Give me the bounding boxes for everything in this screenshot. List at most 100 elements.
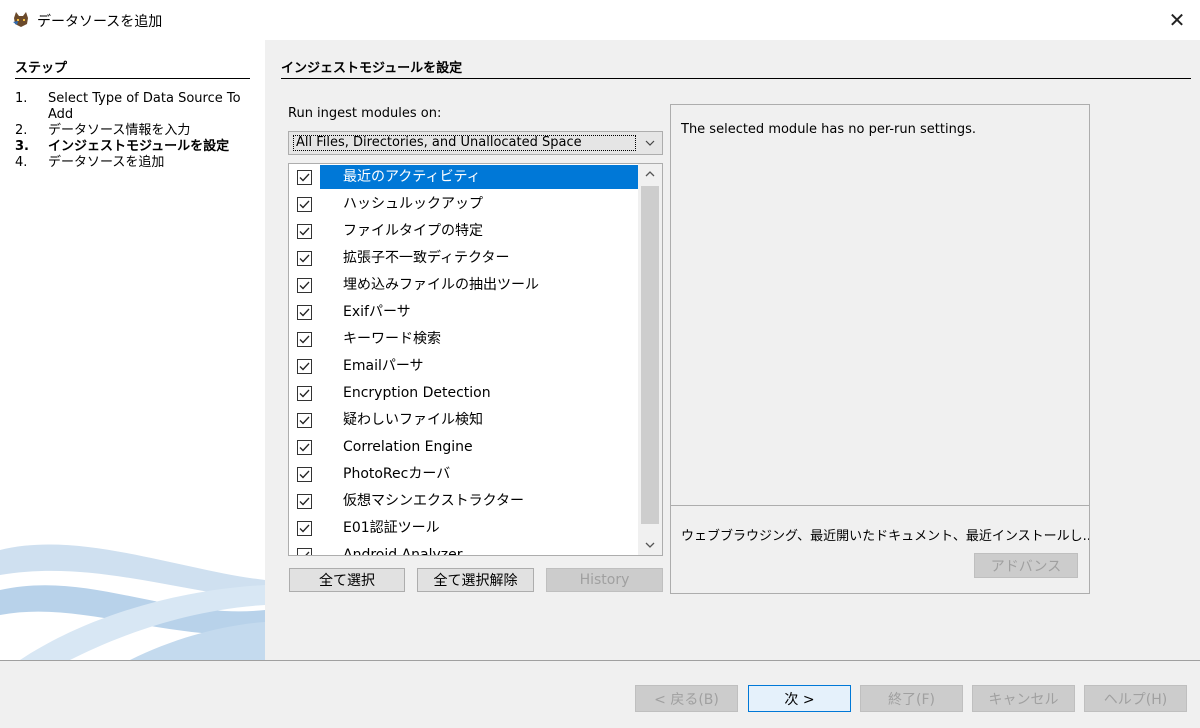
checkmark-icon bbox=[299, 227, 309, 236]
module-name: PhotoRecカーバ bbox=[343, 466, 451, 482]
module-checkbox-cell bbox=[289, 299, 319, 326]
module-description: ウェブブラウジング、最近開いたドキュメント、最近インストールし... bbox=[681, 529, 1089, 544]
module-checkbox-cell bbox=[289, 380, 319, 407]
step-number: 2. bbox=[15, 123, 28, 138]
module-row[interactable]: Android Analyzer bbox=[289, 542, 639, 556]
checkmark-icon bbox=[299, 200, 309, 209]
step-item-current: 3. インジェストモジュールを設定 bbox=[15, 139, 260, 155]
module-list[interactable]: 最近のアクティビティハッシュルックアップ ファイルタイプの特定拡張子不一致ディテク… bbox=[288, 163, 663, 556]
module-checkbox-cell bbox=[289, 326, 319, 353]
module-checkbox[interactable] bbox=[296, 521, 312, 536]
module-checkbox[interactable] bbox=[296, 386, 312, 401]
checkmark-icon bbox=[304, 551, 309, 555]
module-name: 最近のアクティビティ bbox=[343, 169, 481, 185]
section-title: インジェストモジュールを設定 bbox=[281, 57, 1191, 79]
module-name: Exifパーサ bbox=[343, 304, 411, 320]
module-row[interactable]: E01認証ツール bbox=[289, 515, 639, 542]
module-checkbox[interactable] bbox=[296, 278, 312, 293]
module-row[interactable]: Exifパーサ bbox=[289, 299, 639, 326]
step-label: データソース情報を入力 bbox=[48, 123, 191, 138]
module-checkbox-cell bbox=[289, 434, 319, 461]
module-checkbox[interactable] bbox=[296, 332, 312, 347]
window-title: データソースを追加 bbox=[37, 14, 163, 30]
checkmark-icon bbox=[299, 443, 309, 452]
module-row[interactable]: ファイルタイプの特定 bbox=[289, 218, 639, 245]
steps-list: 1. Select Type of Data Source To Add 2. … bbox=[15, 91, 260, 171]
history-button[interactable]: History bbox=[546, 568, 663, 592]
step-label: Select Type of Data Source To Add bbox=[48, 91, 241, 122]
step-item: 1. Select Type of Data Source To Add bbox=[15, 91, 260, 123]
module-checkbox[interactable] bbox=[296, 440, 312, 455]
dropdown-selected-value: All Files, Directories, and Unallocated … bbox=[293, 135, 636, 151]
next-button[interactable]: 次 > bbox=[748, 685, 851, 712]
module-name: 拡張子不一致ディテクター bbox=[343, 250, 510, 266]
help-button[interactable]: ヘルプ(H) bbox=[1084, 685, 1187, 712]
step-item: 2. データソース情報を入力 bbox=[15, 123, 260, 139]
module-row[interactable]: キーワード検索 bbox=[289, 326, 639, 353]
scroll-thumb[interactable] bbox=[641, 186, 659, 524]
run-ingest-label: Run ingest modules on: bbox=[288, 106, 442, 121]
module-checkbox[interactable] bbox=[296, 170, 312, 185]
module-row[interactable]: 最近のアクティビティ bbox=[289, 164, 639, 191]
step-number: 4. bbox=[15, 155, 28, 170]
select-all-button[interactable]: 全て選択 bbox=[289, 568, 405, 592]
finish-button[interactable]: 終了(F) bbox=[860, 685, 963, 712]
module-checkbox-cell bbox=[289, 542, 319, 555]
module-list-scrollbar[interactable] bbox=[638, 164, 662, 555]
checkmark-icon bbox=[299, 254, 309, 263]
module-checkbox-cell bbox=[289, 218, 319, 245]
decorative-swoosh-graphic bbox=[0, 544, 265, 660]
module-row[interactable]: 仮想マシンエクストラクター bbox=[289, 488, 639, 515]
module-checkbox[interactable] bbox=[296, 413, 312, 428]
advanced-button[interactable]: アドバンス bbox=[974, 553, 1078, 578]
module-name: キーワード検索 bbox=[343, 331, 441, 347]
module-row[interactable]: Encryption Detection bbox=[289, 380, 639, 407]
module-row[interactable]: 埋め込みファイルの抽出ツール bbox=[289, 272, 639, 299]
title-bar: データソースを追加 ✕ bbox=[0, 0, 1200, 40]
module-checkbox-cell bbox=[289, 515, 319, 542]
module-name: Encryption Detection bbox=[343, 385, 491, 401]
module-row[interactable]: 拡張子不一致ディテクター bbox=[289, 245, 639, 272]
steps-header: ステップ bbox=[15, 57, 250, 79]
module-checkbox[interactable] bbox=[296, 305, 312, 320]
module-checkbox[interactable] bbox=[296, 359, 312, 374]
module-settings-panel: The selected module has no per-run setti… bbox=[670, 104, 1090, 594]
close-icon[interactable]: ✕ bbox=[1154, 0, 1200, 40]
module-checkbox[interactable] bbox=[296, 251, 312, 266]
step-item: 4. データソースを追加 bbox=[15, 155, 260, 171]
checkmark-icon bbox=[299, 335, 309, 344]
module-name: Correlation Engine bbox=[343, 439, 473, 455]
module-name: Android Analyzer bbox=[343, 547, 463, 556]
module-row[interactable]: Correlation Engine bbox=[289, 434, 639, 461]
module-checkbox[interactable] bbox=[296, 224, 312, 239]
main-panel: インジェストモジュールを設定 Run ingest modules on: Al… bbox=[265, 40, 1200, 660]
module-checkbox-cell bbox=[289, 272, 319, 299]
checkmark-icon bbox=[299, 416, 309, 425]
back-button[interactable]: < 戻る(B) bbox=[635, 685, 738, 712]
checkmark-icon bbox=[299, 470, 309, 479]
checkmark-icon bbox=[299, 281, 309, 290]
module-name: 埋め込みファイルの抽出ツール bbox=[343, 277, 539, 293]
deselect-all-button[interactable]: 全て選択解除 bbox=[417, 568, 534, 592]
scroll-down-icon[interactable] bbox=[638, 535, 662, 555]
step-label: データソースを追加 bbox=[48, 155, 165, 170]
checkmark-icon bbox=[299, 308, 309, 317]
module-checkbox-cell bbox=[289, 488, 319, 515]
module-row[interactable]: 疑わしいファイル検知 bbox=[289, 407, 639, 434]
module-row[interactable]: ハッシュルックアップ bbox=[289, 191, 639, 218]
module-checkbox[interactable] bbox=[296, 197, 312, 212]
scroll-up-icon[interactable] bbox=[638, 164, 662, 184]
module-row[interactable]: PhotoRecカーバ bbox=[289, 461, 639, 488]
module-checkbox[interactable] bbox=[296, 548, 312, 555]
run-ingest-dropdown[interactable]: All Files, Directories, and Unallocated … bbox=[288, 131, 663, 155]
cancel-button[interactable]: キャンセル bbox=[972, 685, 1075, 712]
checkmark-icon bbox=[299, 362, 309, 371]
checkmark-icon bbox=[299, 173, 309, 182]
module-checkbox[interactable] bbox=[296, 467, 312, 482]
module-checkbox-cell bbox=[289, 407, 319, 434]
module-checkbox[interactable] bbox=[296, 494, 312, 509]
module-name: Emailパーサ bbox=[343, 358, 424, 374]
module-row[interactable]: Emailパーサ bbox=[289, 353, 639, 380]
module-checkbox-cell bbox=[289, 245, 319, 272]
footer-bar: < 戻る(B) 次 > 終了(F) キャンセル ヘルプ(H) bbox=[0, 661, 1200, 728]
